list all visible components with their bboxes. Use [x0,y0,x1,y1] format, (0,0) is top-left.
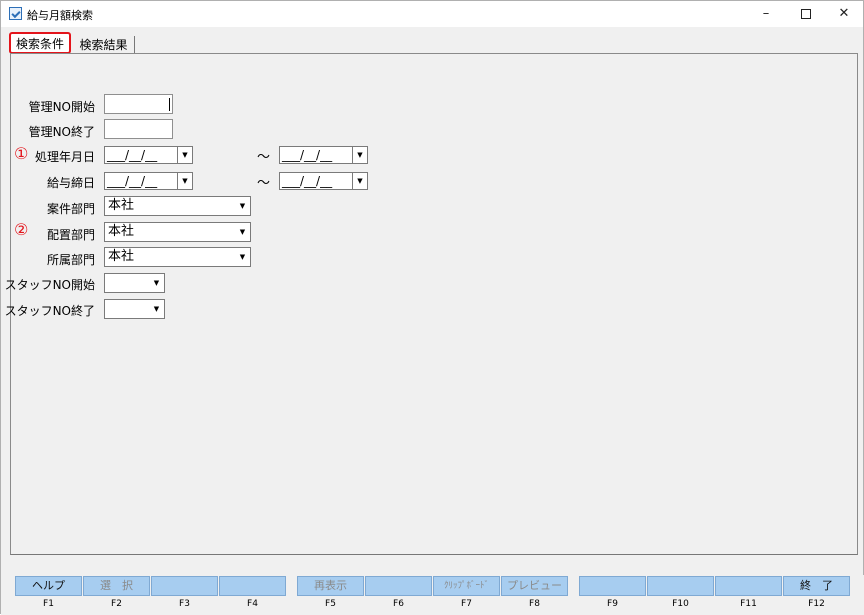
f2-select-button[interactable]: 選 択 [83,576,150,596]
window-title: 給与月額検索 [27,9,93,22]
f4-button[interactable] [219,576,286,596]
haichi-bumon-label: 配置部門 [46,228,95,242]
shori-date-to-field[interactable]: ___/__/__ ▼ [279,146,368,164]
f4-label: F4 [247,599,258,609]
kyuyo-shime-to-dropdown[interactable]: ▼ [352,173,367,189]
minimize-button[interactable]: – [746,1,786,28]
function-key-bar: ヘルプ 選 択 再表示 ｸﾘｯﾌﾟﾎﾞｰﾄﾞ プレビュー 終 了 F1 F2 F… [1,575,864,615]
marker-1: ① [14,144,29,163]
maximize-icon [801,8,811,19]
kyuyo-shime-from-value: ___/__/__ [107,174,158,188]
f11-label: F11 [740,599,757,609]
f6-label: F6 [393,599,404,609]
f1-label: F1 [43,599,54,609]
shori-date-to-dropdown[interactable]: ▼ [352,147,367,163]
kyuyo-shime-label: 給与締日 [46,176,95,190]
kanri-no-end-input[interactable] [104,119,173,139]
f12-label: F12 [808,599,825,609]
kyuyo-shime-to-value: ___/__/__ [282,174,333,188]
f3-button[interactable] [151,576,218,596]
kyuyo-shime-to-field[interactable]: ___/__/__ ▼ [279,172,368,190]
f7-label: F7 [461,599,472,609]
kanri-no-start-label: 管理NO開始 [28,100,95,114]
close-button[interactable]: ✕ [824,1,864,28]
shori-date-to-value: ___/__/__ [282,148,333,162]
chevron-down-icon[interactable]: ▼ [149,300,164,318]
f5-refresh-button[interactable]: 再表示 [297,576,364,596]
f2-label: F2 [111,599,122,609]
f7-clipboard-button[interactable]: ｸﾘｯﾌﾟﾎﾞｰﾄﾞ [433,576,500,596]
f10-label: F10 [672,599,689,609]
shori-date-from-value: ___/__/__ [107,148,158,162]
staff-no-end-label: スタッフNO終了 [4,304,95,318]
f3-label: F3 [179,599,190,609]
f12-exit-button[interactable]: 終 了 [783,576,850,596]
anken-bumon-label: 案件部門 [46,202,95,216]
f9-button[interactable] [579,576,646,596]
f1-help-button[interactable]: ヘルプ [15,576,82,596]
range-tilde: ～ [257,150,271,165]
haichi-bumon-select[interactable]: 本社 ▼ [104,222,251,242]
text-caret [169,98,170,111]
f8-label: F8 [529,599,540,609]
staff-no-end-select[interactable]: ▼ [104,299,165,319]
kyuyo-shime-from-dropdown[interactable]: ▼ [177,173,192,189]
client-area: 検索条件 検索結果 管理NO開始 管理NO終了 ① 処理年月日 ___/__/_… [0,27,864,615]
tab-search-conditions[interactable]: 検索条件 [9,32,71,54]
kanri-no-end-label: 管理NO終了 [28,125,95,139]
chevron-down-icon[interactable]: ▼ [235,223,250,241]
f11-button[interactable] [715,576,782,596]
shori-date-from-field[interactable]: ___/__/__ ▼ [104,146,193,164]
staff-no-start-select[interactable]: ▼ [104,273,165,293]
kyuyo-shime-from-field[interactable]: ___/__/__ ▼ [104,172,193,190]
f5-label: F5 [325,599,336,609]
anken-bumon-select[interactable]: 本社 ▼ [104,196,251,216]
chevron-down-icon[interactable]: ▼ [235,197,250,215]
shozoku-bumon-value: 本社 [108,249,135,264]
maximize-button[interactable] [786,1,826,28]
f9-label: F9 [607,599,618,609]
chevron-down-icon[interactable]: ▼ [235,248,250,266]
range-tilde: ～ [257,176,271,191]
search-conditions-panel: 管理NO開始 管理NO終了 ① 処理年月日 ___/__/__ ▼ ～ ___/… [5,53,858,555]
shori-date-from-dropdown[interactable]: ▼ [177,147,192,163]
kanri-no-start-input[interactable] [104,94,173,114]
app-icon [9,7,22,20]
marker-2: ② [14,220,29,239]
f6-button[interactable] [365,576,432,596]
chevron-down-icon[interactable]: ▼ [149,274,164,292]
staff-no-start-label: スタッフNO開始 [4,278,95,292]
f8-preview-button[interactable]: プレビュー [501,576,568,596]
f10-button[interactable] [647,576,714,596]
shozoku-bumon-label: 所属部門 [46,253,95,267]
shori-date-label: 処理年月日 [34,150,95,164]
haichi-bumon-value: 本社 [108,224,135,239]
title-bar: 給与月額検索 – ✕ [0,0,864,27]
shozoku-bumon-select[interactable]: 本社 ▼ [104,247,251,267]
anken-bumon-value: 本社 [108,198,135,213]
tab-search-results[interactable]: 検索結果 [73,36,135,54]
